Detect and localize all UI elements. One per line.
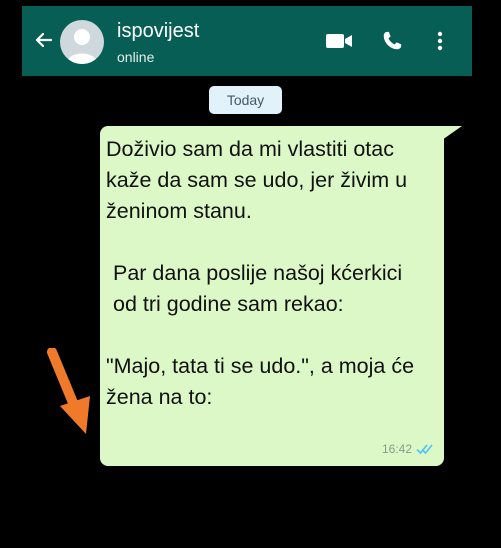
message-time: 16:42 [381,442,412,456]
more-options-icon[interactable] [434,30,446,52]
outgoing-message-bubble[interactable]: Doživio sam da mi vlastiti otac kaže da … [100,126,444,466]
back-arrow-icon[interactable] [34,30,54,50]
message-paragraph: "Majo, tata ti se udo.", a moja će žena … [106,354,415,409]
contact-status: online [117,49,155,65]
message-paragraph: Doživio sam da mi vlastiti otac kaže da … [106,137,408,223]
message-meta: 16:42 [382,442,434,456]
double-check-icon [416,444,433,455]
bubble-tail [442,126,462,140]
message-text: Doživio sam da mi vlastiti otac kaže da … [106,134,426,413]
default-avatar-icon [66,29,98,64]
annotation-arrow-icon [47,348,90,434]
contact-name[interactable]: ispovijest [117,20,199,43]
message-paragraph: Par dana poslije našoj kćerkici od tri g… [113,261,403,316]
avatar[interactable] [60,20,104,64]
chat-header: ispovijest online [22,6,472,76]
voice-call-icon[interactable] [380,30,404,52]
video-call-icon[interactable] [324,30,354,52]
date-separator: Today [209,86,282,114]
